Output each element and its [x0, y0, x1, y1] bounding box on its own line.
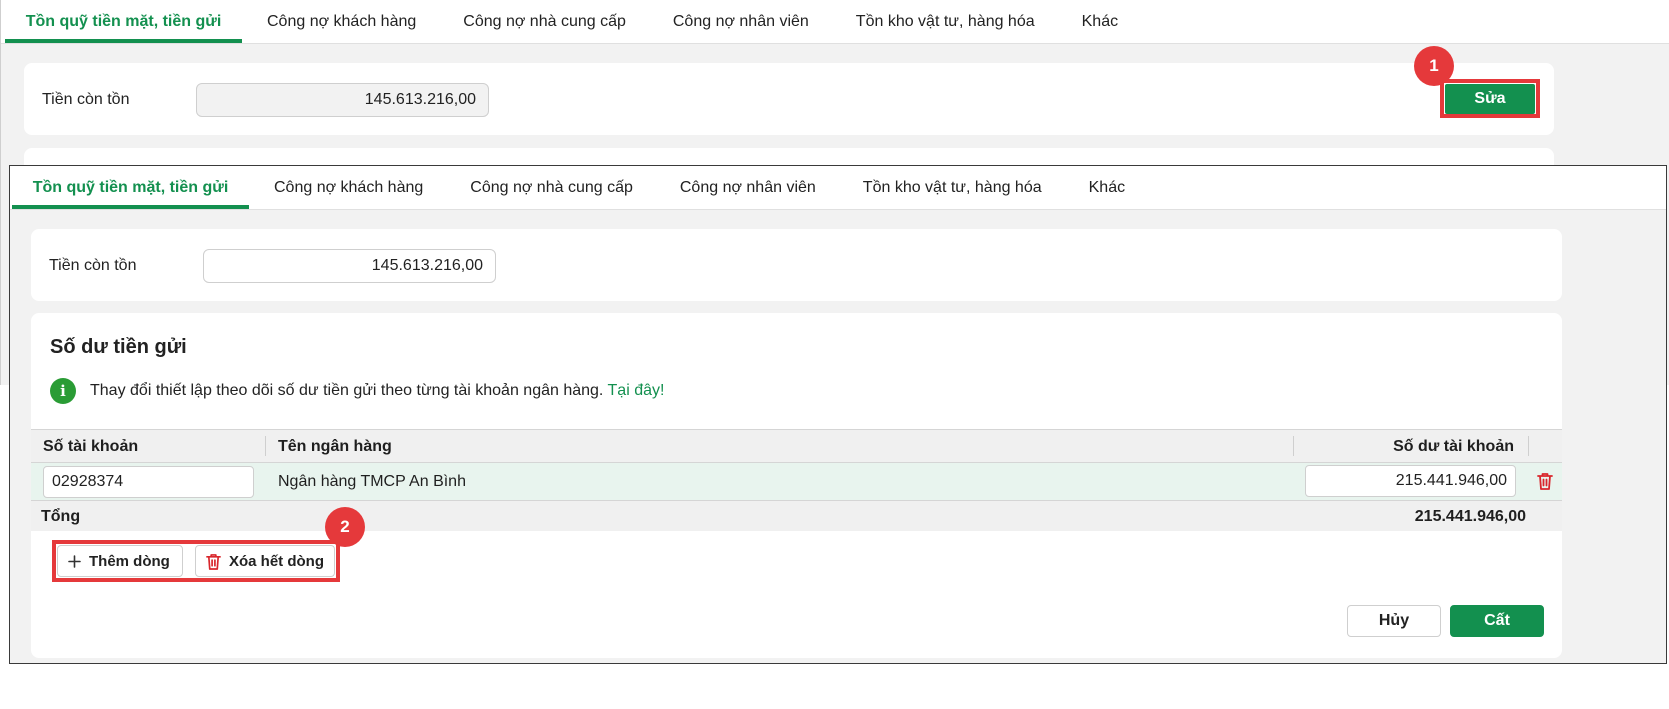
cash-label: Tiền còn tồn: [49, 257, 137, 274]
col-separator: [1528, 436, 1529, 456]
tab-label: Khác: [1088, 178, 1126, 196]
info-link[interactable]: Tại đây!: [608, 382, 665, 399]
tab-bar: Tồn quỹ tiền mặt, tiền gửi Công nợ khách…: [10, 166, 1666, 210]
tab-label: Công nợ nhà cung cấp: [463, 12, 626, 30]
tab-employee-debt[interactable]: Công nợ nhân viên: [673, 0, 809, 43]
tab-inventory[interactable]: Tồn kho vật tư, hàng hóa: [863, 166, 1042, 209]
balance-input[interactable]: 215.441.946,00: [1305, 465, 1516, 497]
deposit-table: Số tài khoản Tên ngân hàng Số dư tài kho…: [31, 429, 1562, 591]
tab-label: Công nợ khách hàng: [274, 178, 424, 196]
bank-name-cell[interactable]: Ngân hàng TMCP An Bình: [278, 473, 466, 491]
tab-label: Tồn kho vật tư, hàng hóa: [862, 178, 1042, 196]
tab-label: Công nợ nhân viên: [672, 12, 809, 30]
cash-label: Tiền còn tồn: [42, 91, 130, 108]
total-value: 215.441.946,00: [1414, 508, 1526, 525]
highlight-edit: [1440, 79, 1540, 118]
tab-label: Công nợ nhà cung cấp: [470, 178, 633, 196]
tab-supplier-debt[interactable]: Công nợ nhà cung cấp: [470, 166, 633, 209]
tab-customer-debt[interactable]: Công nợ khách hàng: [267, 0, 416, 43]
tab-label: Công nợ khách hàng: [267, 12, 417, 30]
tab-other[interactable]: Khác: [1082, 0, 1118, 43]
table-header: Số tài khoản Tên ngân hàng Số dư tài kho…: [31, 429, 1562, 463]
account-number-input[interactable]: 02928374: [43, 466, 254, 498]
deposit-section-title: Số dư tiền gửi: [50, 336, 187, 358]
tab-customer-debt[interactable]: Công nợ khách hàng: [274, 166, 423, 209]
cash-value-input[interactable]: [203, 249, 496, 283]
table-total-row: Tổng 215.441.946,00: [31, 501, 1562, 531]
highlight-row-actions: [52, 540, 340, 582]
cash-value-readonly: 145.613.216,00: [196, 83, 489, 117]
delete-row-button[interactable]: [1537, 472, 1553, 495]
cash-card: Tiền còn tồn: [31, 229, 1562, 301]
cancel-button[interactable]: Hủy: [1347, 605, 1441, 637]
cash-card: Tiền còn tồn 145.613.216,00: [24, 63, 1554, 135]
table-row: 02928374 Ngân hàng TMCP An Bình 215.441.…: [31, 463, 1562, 501]
tab-cash-deposit[interactable]: Tồn quỹ tiền mặt, tiền gửi: [12, 166, 249, 209]
edit-view: Tồn quỹ tiền mặt, tiền gửi Công nợ khách…: [9, 165, 1667, 664]
col-separator: [265, 436, 266, 456]
save-button[interactable]: Cất: [1450, 605, 1544, 637]
total-label: Tổng: [41, 508, 81, 525]
tab-bar: Tồn quỹ tiền mặt, tiền gửi Công nợ khách…: [1, 0, 1669, 44]
trash-icon: [1537, 473, 1553, 490]
tab-label: Tồn quỹ tiền mặt, tiền gửi: [25, 12, 222, 30]
info-message: Thay đổi thiết lập theo dõi số dư tiền g…: [90, 382, 664, 400]
tab-label: Tồn quỹ tiền mặt, tiền gửi: [32, 178, 229, 196]
row-actions-bar: Thêm dòng Xóa hết dòng 2: [31, 507, 1562, 591]
tab-inventory[interactable]: Tồn kho vật tư, hàng hóa: [856, 0, 1035, 43]
col-bank-name: Tên ngân hàng: [278, 438, 392, 455]
col-separator: [1293, 436, 1294, 456]
tab-label: Tồn kho vật tư, hàng hóa: [855, 12, 1035, 30]
info-icon: i: [50, 378, 76, 404]
col-balance: Số dư tài khoản: [1393, 438, 1514, 455]
tab-other[interactable]: Khác: [1089, 166, 1125, 209]
col-account-number: Số tài khoản: [43, 438, 139, 455]
step-badge-2: 2: [325, 507, 365, 547]
tab-supplier-debt[interactable]: Công nợ nhà cung cấp: [463, 0, 626, 43]
info-message-text: Thay đổi thiết lập theo dõi số dư tiền g…: [90, 382, 604, 399]
step-badge-1: 1: [1414, 46, 1454, 86]
tab-label: Khác: [1081, 12, 1119, 30]
tab-label: Công nợ nhân viên: [679, 178, 816, 196]
tab-cash-deposit[interactable]: Tồn quỹ tiền mặt, tiền gửi: [5, 0, 242, 43]
tab-employee-debt[interactable]: Công nợ nhân viên: [680, 166, 816, 209]
